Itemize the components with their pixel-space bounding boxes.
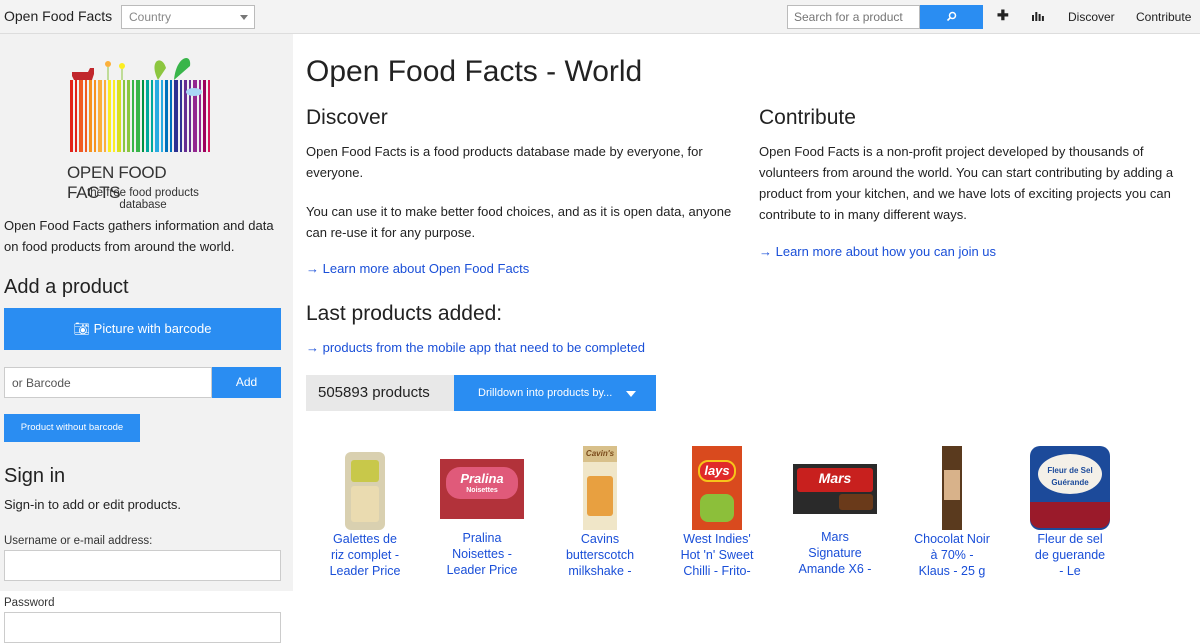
- product-count: 505893 products: [306, 375, 454, 411]
- discover-paragraph-1: Open Food Facts is a food products datab…: [306, 144, 703, 180]
- barcode-input[interactable]: or Barcode: [4, 367, 212, 398]
- signin-heading: Sign in: [4, 465, 66, 487]
- logo-subtitle: the free food products database: [87, 187, 199, 211]
- product-name[interactable]: Pralina Noisettes - Leader Price: [423, 530, 541, 578]
- country-select-placeholder: Country: [129, 10, 172, 24]
- password-input[interactable]: [4, 612, 281, 643]
- last-products-heading: Last products added:: [306, 302, 503, 325]
- product-name[interactable]: Fleur de sel de guerande - Le: [1011, 531, 1129, 579]
- product-name[interactable]: West Indies' Hot 'n' Sweet Chilli - Frit…: [658, 531, 776, 579]
- product-image[interactable]: [345, 452, 385, 530]
- chevron-down-icon: [626, 391, 636, 397]
- product-name[interactable]: Galettes de riz complet - Leader Price: [306, 531, 424, 579]
- stats-icon[interactable]: [1032, 11, 1044, 21]
- product-card[interactable]: Fleur de Sel Guérande Fleur de sel de gu…: [1011, 440, 1129, 578]
- product-card[interactable]: Cavin's Cavins butterscotch milkshake -: [541, 440, 659, 578]
- product-name[interactable]: Chocolat Noir à 70% - Klaus - 25 g: [893, 531, 1011, 579]
- product-card[interactable]: lays West Indies' Hot 'n' Sweet Chilli -…: [658, 440, 776, 578]
- product-image[interactable]: Mars: [793, 464, 877, 514]
- contribute-heading: Contribute: [759, 106, 856, 129]
- product-name[interactable]: Cavins butterscotch milkshake -: [541, 531, 659, 579]
- signin-text: Sign-in to add or edit products.: [4, 497, 182, 512]
- contribute-paragraph: Open Food Facts is a non-profit project …: [759, 144, 1174, 222]
- drilldown-label: Drilldown into products by...: [478, 387, 613, 399]
- product-name[interactable]: Mars Signature Amande X6 -: [776, 529, 894, 577]
- chevron-down-icon: [240, 15, 248, 20]
- nav-discover-link[interactable]: Discover: [1068, 10, 1115, 24]
- sidebar: OPEN FOOD FACTS the free food products d…: [0, 34, 293, 643]
- camera-icon: 📷︎: [73, 321, 91, 336]
- drilldown-button[interactable]: Drilldown into products by...: [454, 375, 656, 411]
- discover-paragraph-2: You can use it to make better food choic…: [306, 204, 732, 240]
- product-card[interactable]: Mars Mars Signature Amande X6 -: [776, 440, 894, 576]
- join-us-link[interactable]: → Learn more about how you can join us: [759, 244, 996, 259]
- product-without-barcode-button[interactable]: Product without barcode: [4, 414, 140, 442]
- open-food-facts-logo[interactable]: [66, 50, 220, 170]
- top-navbar: Open Food Facts Country ✚ Discover Contr…: [0, 0, 1200, 34]
- product-card[interactable]: Pralina Noisettes Pralina Noisettes - Le…: [423, 440, 541, 577]
- picture-with-barcode-button[interactable]: 📷︎ Picture with barcode: [4, 308, 281, 350]
- username-label: Username or e-mail address:: [4, 535, 153, 547]
- search-icon: [946, 11, 957, 22]
- product-image[interactable]: Fleur de Sel Guérande: [1030, 446, 1110, 530]
- product-image[interactable]: Cavin's: [583, 446, 617, 530]
- add-product-icon[interactable]: ✚: [997, 7, 1009, 24]
- product-image[interactable]: [942, 446, 962, 530]
- product-image[interactable]: Pralina Noisettes: [440, 459, 524, 519]
- picture-button-label: Picture with barcode: [93, 321, 212, 336]
- add-product-heading: Add a product: [4, 276, 129, 298]
- search-input[interactable]: [787, 5, 920, 29]
- add-barcode-button[interactable]: Add: [212, 367, 281, 398]
- brand-link[interactable]: Open Food Facts: [4, 8, 112, 24]
- country-select[interactable]: Country: [121, 5, 255, 29]
- product-card[interactable]: Galettes de riz complet - Leader Price: [306, 440, 424, 578]
- learn-more-link[interactable]: → Learn more about Open Food Facts: [306, 261, 529, 276]
- nav-contribute-link[interactable]: Contribute: [1136, 10, 1191, 24]
- search-button[interactable]: [920, 5, 983, 29]
- page-title: Open Food Facts - World: [306, 55, 643, 88]
- sidebar-intro-text: Open Food Facts gathers information and …: [4, 218, 274, 254]
- product-card[interactable]: Chocolat Noir à 70% - Klaus - 25 g: [893, 440, 1011, 578]
- password-label: Password: [4, 597, 55, 609]
- discover-heading: Discover: [306, 106, 388, 129]
- product-image[interactable]: lays: [692, 446, 742, 530]
- mobile-app-products-link[interactable]: → products from the mobile app that need…: [306, 340, 645, 355]
- username-input[interactable]: [4, 550, 281, 581]
